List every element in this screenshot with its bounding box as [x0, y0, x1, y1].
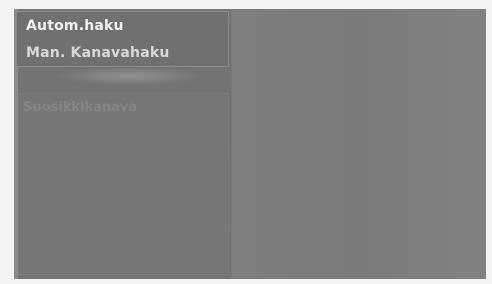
preview-area: [232, 9, 486, 279]
favorites-panel: Suosikkikanava: [18, 93, 229, 275]
focus-glow: [54, 67, 204, 85]
tv-screen: Autom.haku Man. Kanavahaku Suosikkikanav…: [14, 9, 486, 279]
favorites-title: Suosikkikanava: [23, 100, 138, 115]
menu-item-manual-search[interactable]: Man. Kanavahaku: [26, 45, 170, 61]
menu-item-auto-search[interactable]: Autom.haku: [26, 18, 124, 34]
channel-search-menu: Autom.haku Man. Kanavahaku: [16, 11, 229, 67]
